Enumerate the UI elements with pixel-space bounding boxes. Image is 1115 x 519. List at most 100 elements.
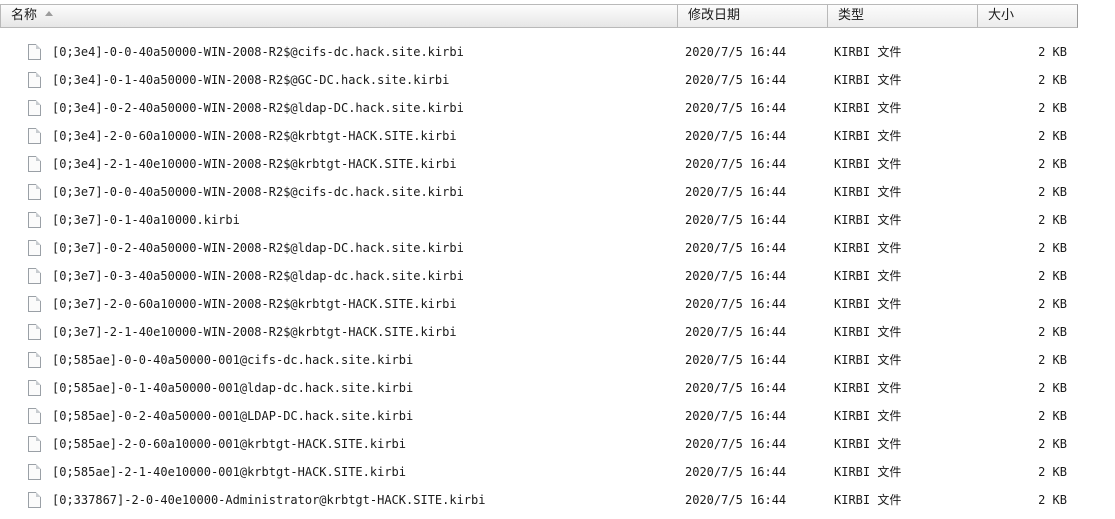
- file-type: KIRBI 文件: [834, 129, 902, 143]
- file-type: KIRBI 文件: [834, 157, 902, 171]
- file-row[interactable]: [0;3e7]-0-1-40a10000.kirbi 2020/7/5 16:4…: [0, 206, 1115, 234]
- column-header-date[interactable]: 修改日期: [677, 4, 828, 28]
- file-type: KIRBI 文件: [834, 465, 902, 479]
- file-size: 2 KB: [1038, 101, 1067, 115]
- file-row[interactable]: [0;585ae]-0-1-40a50000-001@ldap-dc.hack.…: [0, 374, 1115, 402]
- file-type: KIRBI 文件: [834, 185, 902, 199]
- file-modified-date: 2020/7/5 16:44: [685, 381, 787, 395]
- file-type: KIRBI 文件: [834, 381, 902, 395]
- file-modified-date: 2020/7/5 16:44: [685, 213, 787, 227]
- file-row[interactable]: [0;585ae]-0-0-40a50000-001@cifs-dc.hack.…: [0, 346, 1115, 374]
- file-icon: [28, 268, 41, 284]
- file-name: [0;585ae]-2-0-60a10000-001@krbtgt-HACK.S…: [52, 437, 407, 451]
- file-type: KIRBI 文件: [834, 241, 902, 255]
- file-name: [0;585ae]-2-1-40e10000-001@krbtgt-HACK.S…: [52, 465, 407, 479]
- file-size: 2 KB: [1038, 409, 1067, 423]
- column-header-type-label: 类型: [838, 8, 865, 23]
- file-modified-date: 2020/7/5 16:44: [685, 325, 787, 339]
- file-icon: [28, 72, 41, 88]
- file-size: 2 KB: [1038, 157, 1067, 171]
- file-icon: [28, 436, 41, 452]
- file-name: [0;337867]-2-0-40e10000-Administrator@kr…: [52, 493, 486, 507]
- file-icon: [28, 380, 41, 396]
- file-name: [0;585ae]-0-1-40a50000-001@ldap-dc.hack.…: [52, 381, 414, 395]
- file-size: 2 KB: [1038, 185, 1067, 199]
- column-header-name-label: 名称: [11, 8, 38, 23]
- file-row[interactable]: [0;3e7]-0-2-40a50000-WIN-2008-R2$@ldap-D…: [0, 234, 1115, 262]
- file-type: KIRBI 文件: [834, 73, 902, 87]
- file-row[interactable]: [0;3e4]-2-0-60a10000-WIN-2008-R2$@krbtgt…: [0, 122, 1115, 150]
- file-modified-date: 2020/7/5 16:44: [685, 185, 787, 199]
- file-name: [0;3e4]-0-1-40a50000-WIN-2008-R2$@GC-DC.…: [52, 73, 450, 87]
- file-icon: [28, 100, 41, 116]
- file-modified-date: 2020/7/5 16:44: [685, 493, 787, 507]
- file-row[interactable]: [0;3e7]-0-0-40a50000-WIN-2008-R2$@cifs-d…: [0, 178, 1115, 206]
- file-row[interactable]: [0;585ae]-0-2-40a50000-001@LDAP-DC.hack.…: [0, 402, 1115, 430]
- file-row[interactable]: [0;585ae]-2-0-60a10000-001@krbtgt-HACK.S…: [0, 430, 1115, 458]
- file-name: [0;3e7]-0-0-40a50000-WIN-2008-R2$@cifs-d…: [52, 185, 464, 199]
- file-size: 2 KB: [1038, 437, 1067, 451]
- file-name: [0;3e7]-0-3-40a50000-WIN-2008-R2$@ldap-d…: [52, 269, 464, 283]
- sort-ascending-icon: [45, 11, 54, 16]
- file-icon: [28, 408, 41, 424]
- file-modified-date: 2020/7/5 16:44: [685, 269, 787, 283]
- file-icon: [28, 240, 41, 256]
- file-modified-date: 2020/7/5 16:44: [685, 353, 787, 367]
- column-header-size-label: 大小: [988, 8, 1015, 23]
- file-modified-date: 2020/7/5 16:44: [685, 465, 787, 479]
- file-modified-date: 2020/7/5 16:44: [685, 129, 787, 143]
- file-row[interactable]: [0;3e7]-2-1-40e10000-WIN-2008-R2$@krbtgt…: [0, 318, 1115, 346]
- file-type: KIRBI 文件: [834, 269, 902, 283]
- file-size: 2 KB: [1038, 213, 1067, 227]
- file-list: [0;3e4]-0-0-40a50000-WIN-2008-R2$@cifs-d…: [0, 38, 1115, 514]
- file-row[interactable]: [0;3e4]-0-0-40a50000-WIN-2008-R2$@cifs-d…: [0, 38, 1115, 66]
- file-size: 2 KB: [1038, 297, 1067, 311]
- file-icon: [28, 156, 41, 172]
- file-size: 2 KB: [1038, 269, 1067, 283]
- file-type: KIRBI 文件: [834, 213, 902, 227]
- file-modified-date: 2020/7/5 16:44: [685, 241, 787, 255]
- file-type: KIRBI 文件: [834, 353, 902, 367]
- file-row[interactable]: [0;3e7]-2-0-60a10000-WIN-2008-R2$@krbtgt…: [0, 290, 1115, 318]
- file-row[interactable]: [0;3e7]-0-3-40a50000-WIN-2008-R2$@ldap-d…: [0, 262, 1115, 290]
- file-icon: [28, 212, 41, 228]
- file-size: 2 KB: [1038, 129, 1067, 143]
- file-name: [0;585ae]-0-2-40a50000-001@LDAP-DC.hack.…: [52, 409, 414, 423]
- file-icon: [28, 184, 41, 200]
- file-name: [0;3e4]-2-1-40e10000-WIN-2008-R2$@krbtgt…: [52, 157, 457, 171]
- file-row[interactable]: [0;3e4]-0-2-40a50000-WIN-2008-R2$@ldap-D…: [0, 94, 1115, 122]
- file-type: KIRBI 文件: [834, 437, 902, 451]
- file-type: KIRBI 文件: [834, 409, 902, 423]
- file-icon: [28, 296, 41, 312]
- file-name: [0;3e7]-2-0-60a10000-WIN-2008-R2$@krbtgt…: [52, 297, 457, 311]
- column-header-name[interactable]: 名称: [0, 4, 678, 28]
- file-icon: [28, 492, 41, 508]
- column-header-size[interactable]: 大小: [977, 4, 1078, 28]
- file-size: 2 KB: [1038, 465, 1067, 479]
- file-row[interactable]: [0;3e4]-0-1-40a50000-WIN-2008-R2$@GC-DC.…: [0, 66, 1115, 94]
- file-row[interactable]: [0;3e4]-2-1-40e10000-WIN-2008-R2$@krbtgt…: [0, 150, 1115, 178]
- file-icon: [28, 352, 41, 368]
- file-name: [0;3e7]-0-1-40a10000.kirbi: [52, 213, 240, 227]
- file-size: 2 KB: [1038, 325, 1067, 339]
- file-modified-date: 2020/7/5 16:44: [685, 101, 787, 115]
- file-size: 2 KB: [1038, 45, 1067, 59]
- column-header-type[interactable]: 类型: [827, 4, 978, 28]
- file-size: 2 KB: [1038, 493, 1067, 507]
- column-header-date-label: 修改日期: [688, 8, 741, 23]
- file-modified-date: 2020/7/5 16:44: [685, 437, 787, 451]
- file-modified-date: 2020/7/5 16:44: [685, 157, 787, 171]
- file-size: 2 KB: [1038, 241, 1067, 255]
- file-name: [0;3e7]-0-2-40a50000-WIN-2008-R2$@ldap-D…: [52, 241, 464, 255]
- file-name: [0;3e4]-2-0-60a10000-WIN-2008-R2$@krbtgt…: [52, 129, 457, 143]
- file-modified-date: 2020/7/5 16:44: [685, 297, 787, 311]
- column-header-bar: 名称 修改日期 类型 大小: [0, 0, 1115, 32]
- file-name: [0;3e4]-0-0-40a50000-WIN-2008-R2$@cifs-d…: [52, 45, 464, 59]
- file-row[interactable]: [0;337867]-2-0-40e10000-Administrator@kr…: [0, 486, 1115, 514]
- file-type: KIRBI 文件: [834, 325, 902, 339]
- file-row[interactable]: [0;585ae]-2-1-40e10000-001@krbtgt-HACK.S…: [0, 458, 1115, 486]
- file-icon: [28, 464, 41, 480]
- file-size: 2 KB: [1038, 381, 1067, 395]
- file-name: [0;3e7]-2-1-40e10000-WIN-2008-R2$@krbtgt…: [52, 325, 457, 339]
- file-type: KIRBI 文件: [834, 297, 902, 311]
